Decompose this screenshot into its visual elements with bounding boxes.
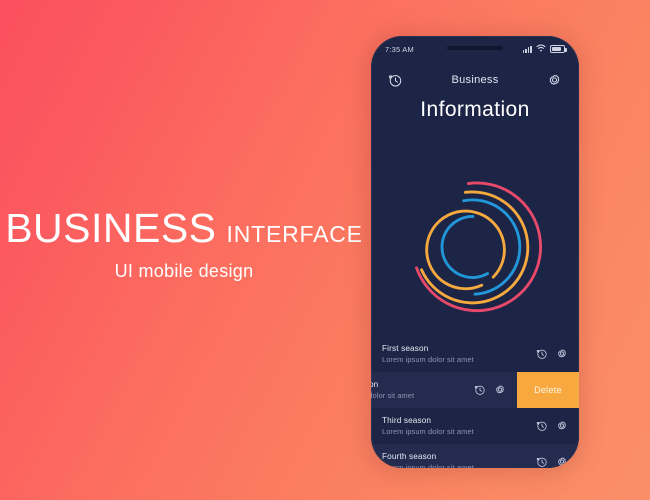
battery-icon [550, 45, 567, 53]
ring-inner-blue [440, 215, 490, 279]
list-item-subtitle: Lorem ipsum dolor sit amet [382, 463, 474, 468]
list-item-subtitle: Lorem ipsum dolor sit amet [382, 355, 474, 364]
history-clock-icon[interactable] [473, 384, 486, 397]
history-clock-icon[interactable] [535, 348, 548, 361]
gear-icon[interactable] [555, 456, 568, 469]
list-item-texts: First season Lorem ipsum dolor sit amet [382, 344, 474, 364]
phone-screen: 7:35 AM Business Information First seaso… [371, 36, 579, 468]
history-clock-icon[interactable] [387, 72, 404, 89]
season-list: First season Lorem ipsum dolor sit amet [371, 336, 579, 468]
phone-device: 7:35 AM Business Information First seaso… [371, 36, 579, 468]
promo-headline: BUSINESS INTERFACE [0, 208, 368, 249]
promo-headline-main: BUSINESS [5, 205, 217, 251]
page-title: Information [420, 98, 530, 121]
list-item-actions [535, 348, 568, 361]
list-item[interactable]: First season Lorem ipsum dolor sit amet [371, 336, 579, 372]
status-bar: 7:35 AM [371, 36, 579, 62]
ring-chart-svg [415, 181, 542, 313]
history-clock-icon[interactable] [535, 420, 548, 433]
gear-icon[interactable] [493, 384, 506, 397]
delete-button[interactable]: Delete [517, 372, 579, 408]
signal-bars-icon [522, 45, 532, 53]
ring-chart [401, 173, 549, 321]
list-item-actions [473, 384, 506, 397]
list-item-texts: ason m dolor sit amet [371, 380, 414, 400]
list-item-texts: Third season Lorem ipsum dolor sit amet [382, 416, 474, 436]
nav-title: Business [451, 74, 499, 86]
list-item-title: ason [371, 380, 379, 389]
list-item-actions [535, 456, 568, 469]
history-clock-icon[interactable] [535, 456, 548, 469]
list-item[interactable]: Third season Lorem ipsum dolor sit amet [371, 408, 579, 444]
list-item-actions [535, 420, 568, 433]
status-time: 7:35 AM [385, 44, 414, 54]
list-item-subtitle: m dolor sit amet [371, 391, 415, 400]
ring-outer-red [415, 181, 542, 313]
promo-block: BUSINESS INTERFACE UI mobile design [0, 208, 368, 282]
list-item-subtitle: Lorem ipsum dolor sit amet [382, 427, 474, 436]
earpiece-speaker [447, 46, 503, 50]
gear-icon[interactable] [555, 420, 568, 433]
list-item-title: Third season [382, 416, 432, 425]
list-item-content: ason m dolor sit amet [371, 372, 517, 408]
wifi-icon [536, 44, 546, 54]
list-item-title: First season [382, 344, 429, 353]
promo-tagline: UI mobile design [114, 261, 254, 281]
ring-mid-blue [462, 198, 522, 296]
gear-icon[interactable] [555, 348, 568, 361]
app-nav-bar: Business [371, 66, 579, 94]
list-item[interactable]: Fourth season Lorem ipsum dolor sit amet [371, 444, 579, 468]
status-indicators [522, 44, 567, 54]
gear-icon[interactable] [546, 72, 563, 89]
list-item-title: Fourth season [382, 452, 437, 461]
promo-headline-sub: INTERFACE [226, 221, 363, 247]
list-item-swiped[interactable]: ason m dolor sit amet [371, 372, 579, 408]
list-item-texts: Fourth season Lorem ipsum dolor sit amet [382, 452, 474, 468]
